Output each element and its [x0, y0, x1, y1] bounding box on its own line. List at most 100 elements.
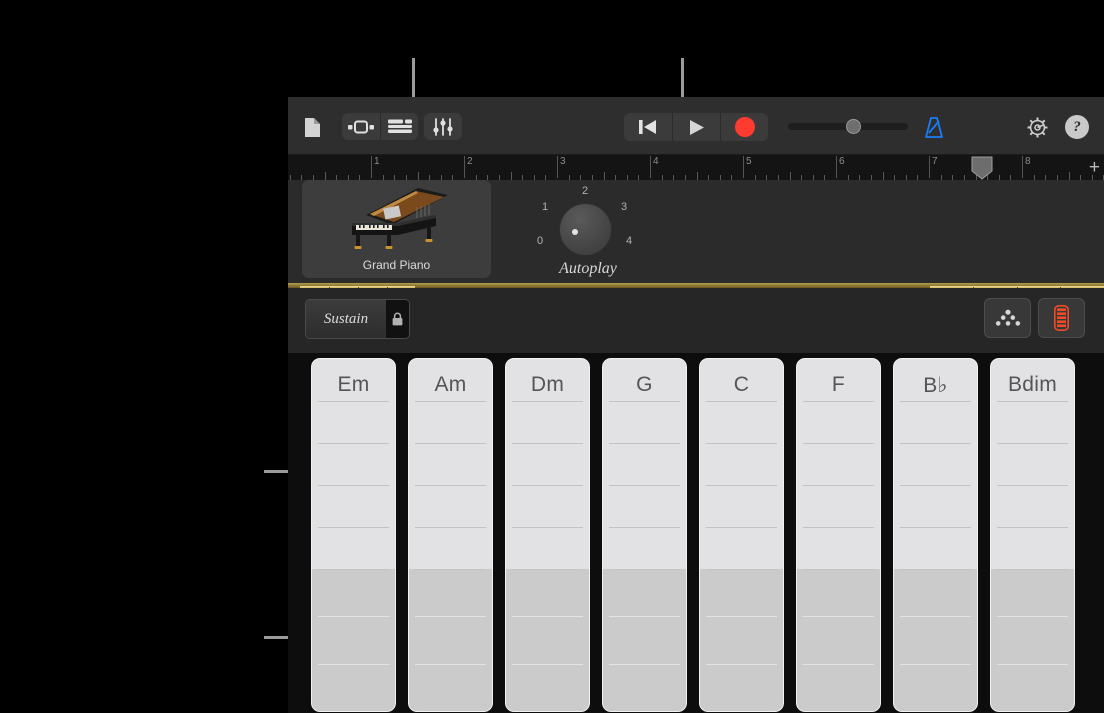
chord-segment-upper[interactable]: [312, 526, 395, 569]
chord-segment-upper[interactable]: [506, 442, 589, 485]
chord-segment-upper[interactable]: [991, 442, 1074, 485]
chord-segment-lower[interactable]: [797, 663, 880, 711]
chord-segment-upper[interactable]: C: [700, 359, 783, 401]
view-mode-toggle[interactable]: [342, 113, 418, 140]
chord-segment-lower[interactable]: [312, 616, 395, 664]
chord-segment-upper[interactable]: [312, 400, 395, 443]
chord-segment-lower[interactable]: [603, 568, 686, 617]
help-icon[interactable]: ?: [1065, 115, 1089, 139]
chord-segment-upper[interactable]: [506, 400, 589, 443]
chord-segment-upper[interactable]: [991, 400, 1074, 443]
playhead-marker[interactable]: [970, 156, 994, 180]
chord-segment-lower[interactable]: [797, 616, 880, 664]
chord-segment-lower[interactable]: [409, 568, 492, 617]
metronome-icon[interactable]: [920, 113, 948, 141]
autoplay-mark-0: 0: [537, 235, 544, 247]
chord-segment-lower[interactable]: [506, 616, 589, 664]
chord-segment-lower[interactable]: [312, 663, 395, 711]
chord-column-Am[interactable]: Am: [409, 359, 492, 711]
chord-segment-lower[interactable]: [894, 616, 977, 664]
autoplay-knob-indicator: [572, 229, 578, 235]
chord-segment-upper[interactable]: G: [603, 359, 686, 401]
chord-segment-upper[interactable]: [506, 484, 589, 527]
chord-segment-lower[interactable]: [991, 568, 1074, 617]
chord-column-F[interactable]: F: [797, 359, 880, 711]
chord-segment-upper[interactable]: Dm: [506, 359, 589, 401]
lock-icon[interactable]: [386, 300, 409, 338]
document-icon[interactable]: [298, 113, 326, 141]
chord-column-G[interactable]: G: [603, 359, 686, 711]
chord-segment-upper[interactable]: [991, 526, 1074, 569]
chord-segment-lower[interactable]: [506, 663, 589, 711]
rewind-icon[interactable]: [624, 113, 672, 141]
volume-knob[interactable]: [846, 119, 861, 134]
chord-segment-upper[interactable]: [409, 442, 492, 485]
sustain-button[interactable]: Sustain: [306, 300, 386, 338]
chord-segment-upper[interactable]: [894, 442, 977, 485]
tracks-view-icon[interactable]: [380, 113, 418, 140]
play-icon[interactable]: [672, 113, 720, 141]
chord-column-Em[interactable]: Em: [312, 359, 395, 711]
chord-column-Bb[interactable]: B♭: [894, 359, 977, 711]
chord-strip-button[interactable]: [1038, 298, 1085, 338]
chord-segment-upper[interactable]: [797, 400, 880, 443]
chord-segment-upper[interactable]: B♭: [894, 359, 977, 401]
chord-segment-upper[interactable]: [991, 484, 1074, 527]
chord-segment-lower[interactable]: [700, 568, 783, 617]
chord-segment-lower[interactable]: [409, 616, 492, 664]
instrument-view-icon[interactable]: [342, 113, 380, 140]
chord-segment-lower[interactable]: [894, 568, 977, 617]
chord-segment-upper[interactable]: [700, 442, 783, 485]
autoplay-control[interactable]: 0 1 2 3 4 Autoplay: [533, 180, 643, 280]
chord-segment-lower[interactable]: [700, 663, 783, 711]
chord-column-Dm[interactable]: Dm: [506, 359, 589, 711]
chord-segment-upper[interactable]: [603, 400, 686, 443]
mixer-fader-icon[interactable]: [424, 113, 462, 140]
chord-segment-upper[interactable]: [700, 526, 783, 569]
chord-segment-upper[interactable]: [409, 526, 492, 569]
autoplay-knob[interactable]: [559, 203, 612, 256]
chord-segment-lower[interactable]: [991, 663, 1074, 711]
chord-segment-upper[interactable]: [797, 484, 880, 527]
chord-segment-upper[interactable]: [894, 526, 977, 569]
chord-segment-lower[interactable]: [603, 663, 686, 711]
chord-segment-upper[interactable]: [506, 526, 589, 569]
gear-icon[interactable]: [1023, 113, 1051, 141]
arpeggiator-button[interactable]: [984, 298, 1031, 338]
add-track-button[interactable]: +: [1089, 158, 1100, 177]
sustain-control-group[interactable]: Sustain: [305, 299, 410, 339]
chord-segment-lower[interactable]: [991, 616, 1074, 664]
chord-segment-lower[interactable]: [894, 663, 977, 711]
chord-segment-upper[interactable]: [409, 484, 492, 527]
chord-segment-upper[interactable]: [894, 400, 977, 443]
chord-column-C[interactable]: C: [700, 359, 783, 711]
chord-segment-upper[interactable]: Em: [312, 359, 395, 401]
chord-segment-lower[interactable]: [797, 568, 880, 617]
chord-segment-upper[interactable]: [603, 484, 686, 527]
chord-segment-upper[interactable]: [797, 442, 880, 485]
chord-segment-upper[interactable]: [797, 526, 880, 569]
volume-slider[interactable]: [788, 119, 908, 134]
chord-column-Bdim[interactable]: Bdim: [991, 359, 1074, 711]
chord-segment-lower[interactable]: [700, 616, 783, 664]
chord-segment-upper[interactable]: [700, 400, 783, 443]
chord-segment-upper[interactable]: [603, 526, 686, 569]
chord-segment-upper[interactable]: Am: [409, 359, 492, 401]
chord-segment-lower[interactable]: [312, 568, 395, 617]
timeline-ruler[interactable]: 1 2 3 4 5 6 7 8 +: [288, 155, 1104, 180]
chord-segment-upper[interactable]: [312, 442, 395, 485]
ruler-tick: [511, 172, 512, 180]
chord-segment-upper[interactable]: [700, 484, 783, 527]
chord-segment-upper[interactable]: [894, 484, 977, 527]
chord-segment-upper[interactable]: [312, 484, 395, 527]
chord-segment-upper[interactable]: [409, 400, 492, 443]
chord-segment-lower[interactable]: [409, 663, 492, 711]
record-icon[interactable]: [720, 113, 768, 141]
chord-label: Bdim: [1007, 373, 1058, 396]
instrument-card[interactable]: Grand Piano: [302, 180, 491, 278]
chord-segment-lower[interactable]: [506, 568, 589, 617]
chord-segment-upper[interactable]: [603, 442, 686, 485]
chord-segment-upper[interactable]: F: [797, 359, 880, 401]
chord-segment-upper[interactable]: Bdim: [991, 359, 1074, 401]
chord-segment-lower[interactable]: [603, 616, 686, 664]
